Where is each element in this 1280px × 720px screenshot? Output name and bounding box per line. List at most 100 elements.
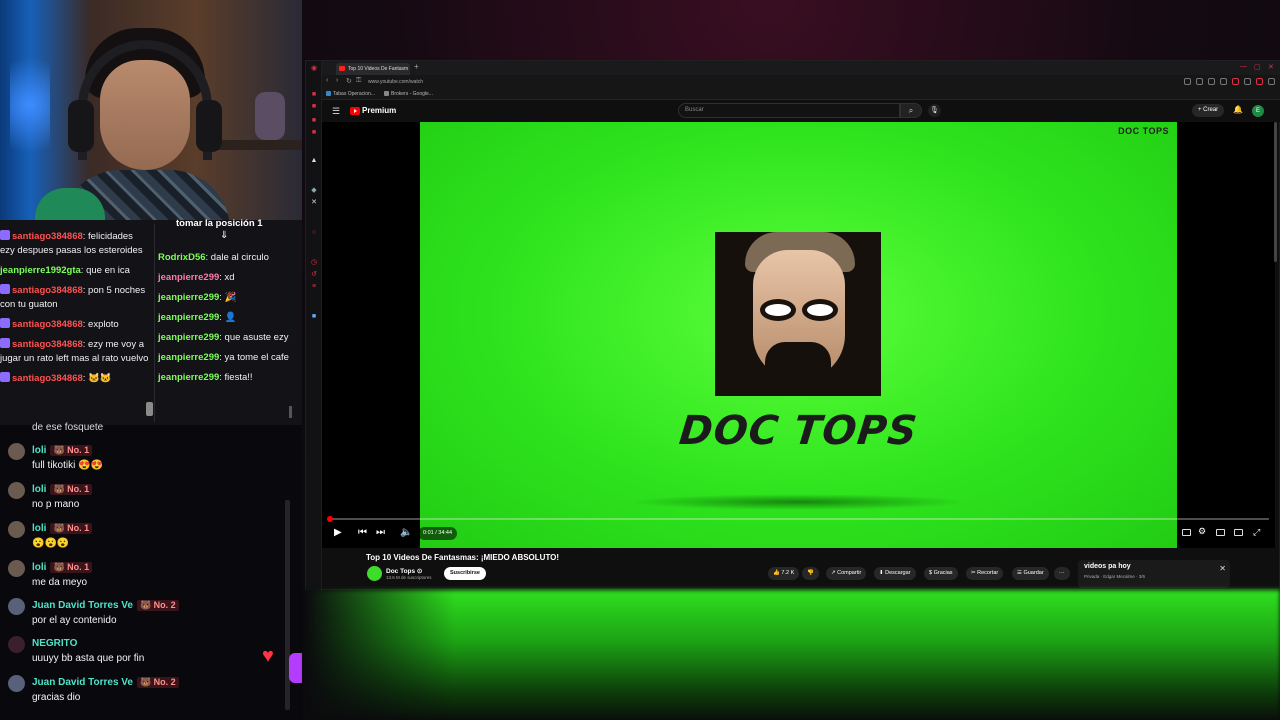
avatar[interactable] [8,482,25,499]
subtitles-icon[interactable] [1182,529,1191,536]
progress-bar[interactable] [327,516,1269,522]
maximize-icon[interactable]: ▢ [1254,63,1261,71]
chat-scrollbar-right[interactable] [289,406,292,418]
chat-username[interactable]: santiago384868 [12,339,83,350]
video-frame[interactable]: DOC TOPS DOC TOPS [420,122,1177,548]
bookmark-item[interactable]: Tabas Operacion... [326,90,375,99]
chat-username[interactable]: jeanpierre299 [158,292,219,303]
youtube-logo-icon[interactable] [350,107,360,115]
settings-icon[interactable]: ⚙ [1198,526,1206,537]
chevron-down-icon[interactable]: ⇓ [220,230,228,241]
extension-icon[interactable] [1196,78,1203,85]
chat-username[interactable]: jeanpierre299 [158,272,219,283]
avatar[interactable] [8,636,25,653]
avatar[interactable] [8,443,25,460]
chat-username[interactable]: santiago384868 [12,373,83,384]
dislike-button[interactable]: 👎 [802,567,819,580]
extension-icon[interactable] [1220,78,1227,85]
extension-icon[interactable] [1208,78,1215,85]
heart-icon[interactable] [1232,78,1239,85]
download-button[interactable]: ⬇ Descargar [874,567,916,580]
sidebar-item-icon[interactable]: ■ [310,313,318,321]
chat-username[interactable]: jeanpierre299 [158,372,219,383]
volume-icon[interactable]: 🔈 [400,527,412,538]
clock-icon[interactable]: ◷ [310,259,318,267]
channel-avatar[interactable] [367,566,382,581]
clip-button[interactable]: ✂ Recortar [966,567,1004,580]
menu-icon[interactable] [1268,78,1275,85]
chat-username[interactable]: jeanpierre299 [158,332,219,343]
user-badge-icon [0,318,10,328]
playlist-panel[interactable]: videos pa hoy Privada · Edgar Mecalme · … [1078,560,1230,588]
triangle-icon[interactable]: ▲ [310,157,318,165]
chat-username[interactable]: Juan David Torres Ve 🐻 No. 2 [32,600,179,611]
menu-icon[interactable]: ≡ [310,283,318,291]
share-button[interactable]: ↗ Compartir [826,567,867,580]
theater-icon[interactable] [1234,529,1243,536]
sidebar-item-icon[interactable]: ■ [310,117,318,125]
save-button[interactable]: ☰ Guardar [1012,567,1049,580]
subscribe-button[interactable]: Suscribirse [444,567,486,580]
minimize-icon[interactable]: — [1240,63,1247,70]
bell-icon[interactable]: 🔔 [1233,105,1243,114]
chat-username[interactable]: santiago384868 [12,319,83,330]
x-icon[interactable]: ✕ [310,199,318,207]
progress-handle[interactable] [327,516,333,522]
bookmark-item[interactable]: Brokers - Google... [384,90,433,99]
close-icon[interactable]: ✕ [1268,63,1274,71]
sidebar-item-icon[interactable]: ■ [310,103,318,111]
avatar[interactable] [8,675,25,692]
next-icon[interactable]: ⏭ [376,527,385,538]
video-player[interactable]: DOC TOPS DOC TOPS ▶ ⏮ ⏭ 🔈 0:01 / 34:44 ⚙… [322,122,1275,548]
playlist-title[interactable]: videos pa hoy [1084,563,1131,570]
thanks-button[interactable]: $ Gracias [924,567,958,580]
logo-icon[interactable]: ◉ [310,65,318,73]
chat-username[interactable]: jeanpierre1992gta [0,265,81,276]
avatar[interactable] [8,560,25,577]
chat-username[interactable]: Juan David Torres Ve 🐻 No. 2 [32,677,179,688]
miniplayer-icon[interactable] [1216,529,1225,536]
sidebar-item-icon[interactable]: ↺ [310,271,318,279]
previous-icon[interactable]: ⏮ [358,527,367,538]
forward-icon[interactable]: › [336,77,338,84]
youtube-premium-label[interactable]: Premium [362,106,396,115]
chat-username[interactable]: loli 🐻 No. 1 [32,445,93,456]
avatar[interactable] [8,598,25,615]
chat-username[interactable]: jeanpierre299 [158,352,219,363]
chat-username[interactable]: loli 🐻 No. 1 [32,562,93,573]
discord-icon[interactable]: ◆ [310,187,318,195]
microphone-icon[interactable]: 🎙 [928,104,941,117]
avatar[interactable]: E [1252,105,1264,117]
search-input[interactable]: Buscar [678,103,900,118]
hamburger-icon[interactable]: ☰ [332,106,340,117]
fullscreen-icon[interactable]: ⤢ [1253,527,1260,538]
like-button[interactable]: 👍 7.2 K [768,567,800,580]
chat-username[interactable]: loli 🐻 No. 1 [32,523,93,534]
close-icon[interactable]: ✕ [1219,564,1226,573]
play-icon[interactable]: ▶ [334,527,342,538]
new-tab-icon[interactable]: + [414,62,419,71]
chat-username[interactable]: loli 🐻 No. 1 [32,484,93,495]
sidebar-item-icon[interactable]: ○ [310,229,318,237]
search-icon[interactable]: ⌕ [900,103,922,118]
chat-scrollbar-left[interactable] [146,402,153,416]
chat-username[interactable]: NEGRITO [32,638,77,649]
avatar[interactable] [8,521,25,538]
sidebar-item-icon[interactable]: ■ [310,129,318,137]
chat-username[interactable]: santiago384868 [12,285,83,296]
more-button[interactable]: ··· [1054,567,1070,580]
page-scrollbar[interactable] [1274,122,1277,262]
chat-username[interactable]: jeanpierre299 [158,312,219,323]
reload-icon[interactable]: ↻ [346,77,352,85]
chat-username[interactable]: RodrixD56 [158,252,206,263]
extension-icon[interactable] [1184,78,1191,85]
channel-name[interactable]: Doc Tops ⊙ [386,567,422,575]
chat-username[interactable]: santiago384868 [12,231,83,242]
create-button[interactable]: + Crear [1192,104,1225,117]
extension-icon[interactable] [1244,78,1251,85]
extension-icon[interactable] [1256,78,1263,85]
sidebar-item-icon[interactable]: ■ [310,91,318,99]
back-icon[interactable]: ‹ [326,77,328,84]
tab-youtube[interactable]: Top 10 Videos De Fantasm [336,63,410,75]
url-field[interactable]: www.youtube.com/watch [368,77,423,87]
